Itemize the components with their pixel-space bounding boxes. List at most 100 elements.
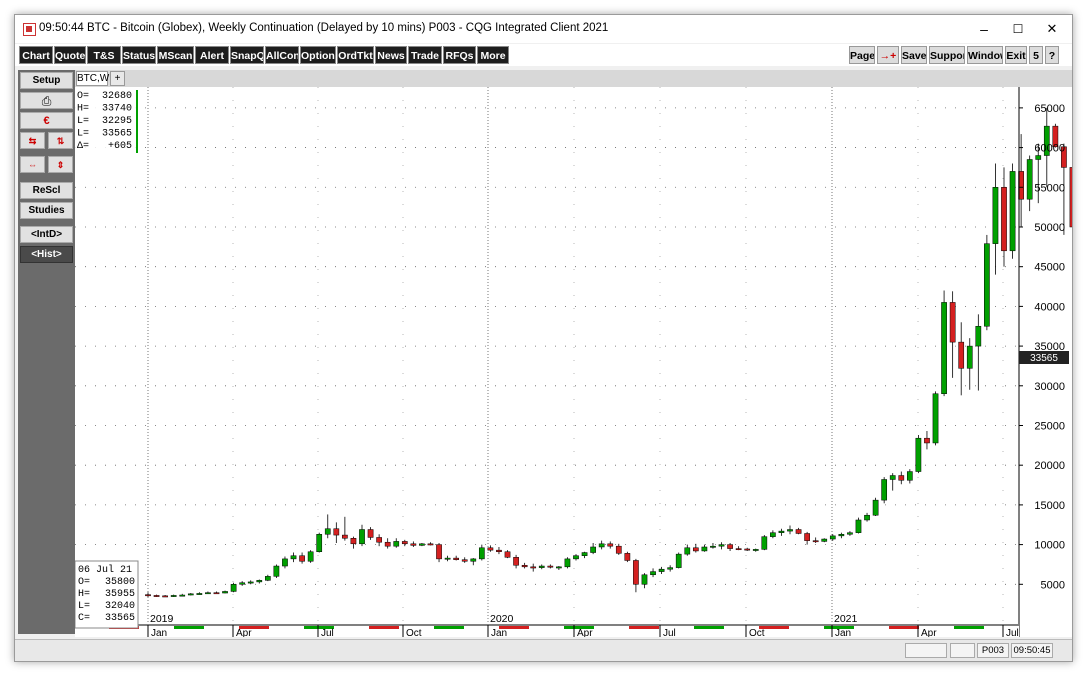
toolbar-allcon-button[interactable]: AllCon	[265, 46, 299, 64]
price-tick-label: 20000	[1034, 460, 1065, 472]
zoom-in-button[interactable]: ⇆	[20, 132, 45, 149]
candle-body	[299, 555, 305, 562]
toolbar-trade-button[interactable]: Trade	[408, 46, 442, 64]
intraday-button[interactable]: <IntD>	[20, 226, 73, 243]
minimize-button[interactable]: –	[967, 15, 1001, 43]
studies-button[interactable]: Studies	[20, 202, 73, 219]
tab-btc-weekly[interactable]: BTC,W	[76, 71, 109, 86]
ohlc-bottom-value: 32040	[105, 601, 135, 612]
expand-button[interactable]: ⇕	[48, 156, 73, 173]
last-price-label: 33565	[1030, 353, 1058, 364]
zoom-out-button[interactable]: ⇅	[48, 132, 73, 149]
candle-body	[573, 555, 579, 560]
candle-body	[710, 545, 716, 548]
title-bar[interactable]: 09:50:44 BTC - Bitcoin (Globex), Weekly …	[15, 15, 1072, 43]
candle-body	[521, 564, 528, 568]
toolbar-right-5-button[interactable]: 5	[1029, 46, 1043, 64]
candle-body	[906, 471, 913, 481]
print-button[interactable]: ⎙	[20, 92, 73, 109]
toolbar-right-link-button[interactable]: ?	[1045, 46, 1059, 64]
candle-body	[478, 547, 485, 560]
color-button[interactable]: €	[20, 112, 73, 129]
candle-body	[966, 345, 973, 369]
candle-body	[684, 547, 691, 555]
app-icon	[23, 23, 36, 36]
toolbar-right-exit-button[interactable]: Exit	[1005, 46, 1027, 64]
candle-body	[821, 538, 828, 542]
toolbar-more-button[interactable]: More	[477, 46, 509, 64]
candle-body	[239, 582, 246, 585]
maximize-button[interactable]: ☐	[1001, 15, 1035, 43]
month-label: Jan	[151, 628, 167, 637]
candle-body	[222, 591, 228, 594]
candle-body	[401, 541, 408, 545]
ohlc-top-value: 33565	[102, 129, 132, 140]
toolbar-right-support-button[interactable]: Support	[929, 46, 965, 64]
compress-button[interactable]: ⇔	[20, 156, 45, 173]
status-page: P003	[977, 643, 1009, 658]
close-button[interactable]: ✕	[1035, 15, 1069, 43]
ohlc-readout-bottom: 06 Jul 21 O= 35800 H= 35955 L= 32040 C= 33565	[75, 560, 139, 629]
candle-body	[1035, 155, 1042, 160]
month-label: Jan	[835, 628, 851, 637]
toolbar-mscan-button[interactable]: MScan	[157, 46, 194, 64]
candle-body	[564, 558, 571, 568]
color-icon: €	[43, 115, 50, 127]
candle-body	[598, 543, 605, 548]
candle-body	[804, 533, 810, 541]
chart-tab-strip: BTC,W +	[75, 70, 1072, 87]
toolbar-chart-button[interactable]: Chart	[19, 46, 53, 64]
session-strip	[889, 626, 919, 629]
candle-body	[915, 437, 922, 472]
candle-body	[727, 544, 733, 549]
candle-body	[530, 566, 537, 569]
price-tick-label: 5000	[1041, 579, 1065, 591]
toolbar-right-link-button[interactable]: →+	[877, 46, 899, 64]
year-label: 2019	[150, 613, 174, 625]
toolbar-news-button[interactable]: News	[375, 46, 407, 64]
month-label: Apr	[236, 628, 252, 637]
toolbar-status-button[interactable]: Status	[122, 46, 156, 64]
main-toolbar: Chart Quote T&S Status MScan Alert SnapQ AllCon…	[15, 44, 1072, 66]
candle-body	[607, 543, 614, 547]
ohlc-bottom-key: C=	[78, 613, 90, 624]
candle-body	[847, 532, 853, 535]
setup-button[interactable]: Setup	[20, 72, 73, 89]
candle-body	[984, 243, 990, 327]
toolbar-ordtkt-button[interactable]: OrdTkt	[337, 46, 374, 64]
toolbar-rfqs-button[interactable]: RFQs	[443, 46, 476, 64]
candle-body	[701, 546, 708, 552]
toolbar-alert-button[interactable]: Alert	[195, 46, 229, 64]
toolbar-right-window-button[interactable]: Window	[967, 46, 1003, 64]
candle-body	[881, 479, 888, 501]
candle-body	[812, 540, 819, 543]
add-tab-button[interactable]: +	[110, 71, 125, 86]
toolbar-snapq-button[interactable]: SnapQ	[230, 46, 264, 64]
toolbar-quote-button[interactable]: Quote	[54, 46, 86, 64]
candle-body	[187, 593, 194, 596]
candle-body	[718, 544, 725, 547]
ohlc-top-key: L=	[77, 129, 89, 140]
rescale-button[interactable]: ReScl	[20, 182, 73, 199]
historical-button[interactable]: <Hist>	[20, 246, 73, 263]
status-time: 09:50:45	[1011, 643, 1053, 658]
candle-body	[504, 551, 511, 558]
toolbar-ts-button[interactable]: T&S	[87, 46, 121, 64]
toolbar-right-page-button[interactable]: Page	[849, 46, 875, 64]
candle-body	[872, 499, 879, 516]
price-tick-label: 15000	[1034, 500, 1065, 512]
toolbar-right-save-button[interactable]: Save	[901, 46, 927, 64]
price-chart[interactable]: 5000100001500020000250003000035000400004…	[75, 87, 1072, 637]
candle-body	[264, 576, 271, 581]
session-strip	[434, 626, 464, 629]
toolbar-options-button[interactable]: Options	[300, 46, 336, 64]
candle-body	[667, 567, 674, 570]
session-strip	[369, 626, 399, 629]
candle-body	[958, 341, 965, 369]
zoom-in-icon: ⇆	[28, 136, 37, 146]
candle-body	[342, 534, 348, 539]
candle-body	[1026, 159, 1033, 200]
year-label: 2020	[490, 613, 514, 625]
candle-body	[444, 557, 451, 560]
ohlc-top-key: Δ=	[77, 141, 89, 152]
